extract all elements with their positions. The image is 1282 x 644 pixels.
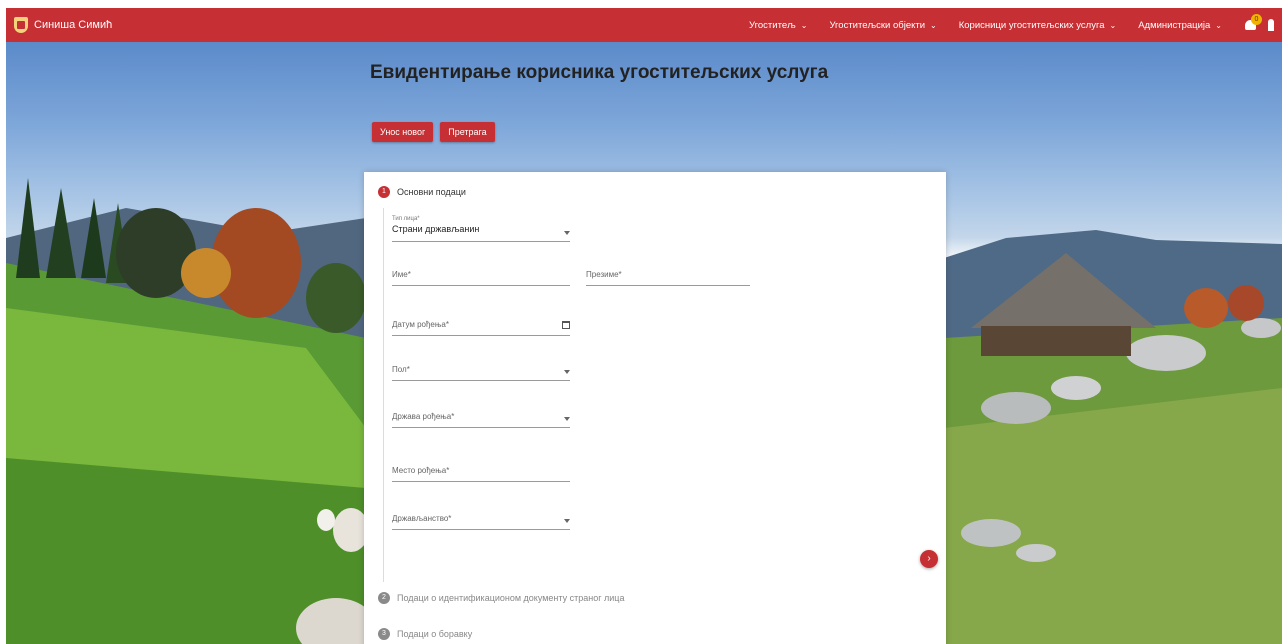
- nav-item-label: Угоститељ: [749, 19, 796, 31]
- next-step-button[interactable]: ›: [920, 550, 938, 568]
- step-number: 2: [378, 592, 390, 604]
- step-header-3[interactable]: 3 Подаци о боравку: [378, 628, 472, 640]
- last-name-field[interactable]: Презиме*: [586, 270, 750, 286]
- field-label: Презиме*: [586, 270, 622, 279]
- chevron-down-icon: ⌄: [1215, 20, 1222, 30]
- birth-country-select[interactable]: Држава рођења*: [392, 412, 570, 428]
- field-label: Датум рођења*: [392, 320, 449, 329]
- first-name-field[interactable]: Име*: [392, 270, 570, 286]
- nav-item-facilities[interactable]: Угоститељски објекти ⌄: [829, 20, 936, 31]
- field-underline: [392, 335, 570, 336]
- nav-menu: Угоститељ ⌄ Угоститељски објекти ⌄ Корис…: [727, 8, 1274, 42]
- new-entry-button[interactable]: Унос новог: [372, 122, 434, 142]
- top-navbar: Синиша Симић Угоститељ ⌄ Угоститељски об…: [6, 8, 1282, 42]
- user-menu-icon[interactable]: [1268, 19, 1274, 31]
- coat-of-arms-icon: [14, 17, 28, 33]
- field-label: Име*: [392, 270, 411, 279]
- gender-select[interactable]: Пол*: [392, 365, 570, 381]
- nav-item-caterer[interactable]: Угоститељ ⌄: [749, 20, 807, 31]
- app-frame: Синиша Симић Угоститељ ⌄ Угоститељски об…: [6, 8, 1282, 644]
- dropdown-arrow-icon: [564, 231, 570, 235]
- step-header-2[interactable]: 2 Подаци о идентификационом документу ст…: [378, 592, 624, 604]
- citizenship-select[interactable]: Држављанство*: [392, 514, 570, 530]
- notification-badge: 0: [1251, 14, 1262, 25]
- chevron-down-icon: ⌄: [930, 20, 937, 30]
- page-title: Евидентирање корисника угоститељских усл…: [370, 62, 829, 83]
- nav-item-guests[interactable]: Корисници угоститељских услуга ⌄: [959, 20, 1116, 31]
- dropdown-arrow-icon: [564, 519, 570, 523]
- step-number: 3: [378, 628, 390, 640]
- field-label: Место рођења*: [392, 466, 450, 475]
- user-name: Синиша Симић: [34, 19, 113, 31]
- nav-item-administration[interactable]: Администрација ⌄: [1138, 20, 1222, 31]
- step-connector-line: [383, 208, 384, 582]
- person-type-select[interactable]: Тип лица* Страни држављанин: [392, 216, 570, 242]
- field-underline: [392, 481, 570, 482]
- calendar-icon[interactable]: [562, 321, 570, 329]
- field-underline: [392, 427, 570, 428]
- step-label: Подаци о идентификационом документу стра…: [397, 593, 625, 603]
- nav-item-label: Угоститељски објекти: [829, 19, 926, 31]
- field-underline: [392, 380, 570, 381]
- field-label: Тип лица*: [392, 216, 420, 222]
- nav-item-label: Корисници угоститељских услуга: [958, 19, 1105, 31]
- notifications-button[interactable]: 0: [1244, 14, 1262, 32]
- stepper-card: 1 Основни подаци Тип лица* Страни држављ…: [364, 172, 946, 644]
- chevron-down-icon: ⌄: [800, 20, 808, 30]
- search-button[interactable]: Претрага: [440, 122, 495, 142]
- birth-date-field[interactable]: Датум рођења*: [392, 320, 570, 336]
- dropdown-arrow-icon: [564, 370, 570, 374]
- field-label: Држављанство*: [392, 514, 452, 523]
- birth-place-field[interactable]: Место рођења*: [392, 466, 570, 482]
- field-value: Страни држављанин: [392, 224, 480, 234]
- step-header-1[interactable]: 1 Основни подаци: [378, 186, 466, 198]
- action-buttons: Унос новог Претрага: [372, 122, 502, 142]
- field-label: Држава рођења*: [392, 412, 455, 421]
- brand[interactable]: Синиша Симић: [14, 17, 112, 33]
- chevron-down-icon: ⌄: [1109, 20, 1117, 30]
- step-label: Основни подаци: [397, 187, 466, 197]
- step-number: 1: [378, 186, 390, 198]
- dropdown-arrow-icon: [564, 417, 570, 421]
- field-underline: [392, 529, 570, 530]
- field-underline: [392, 241, 570, 242]
- step-label: Подаци о боравку: [397, 629, 473, 639]
- nav-item-label: Администрација: [1138, 19, 1211, 31]
- field-label: Пол*: [392, 365, 410, 374]
- field-underline: [586, 285, 750, 286]
- field-underline: [392, 285, 570, 286]
